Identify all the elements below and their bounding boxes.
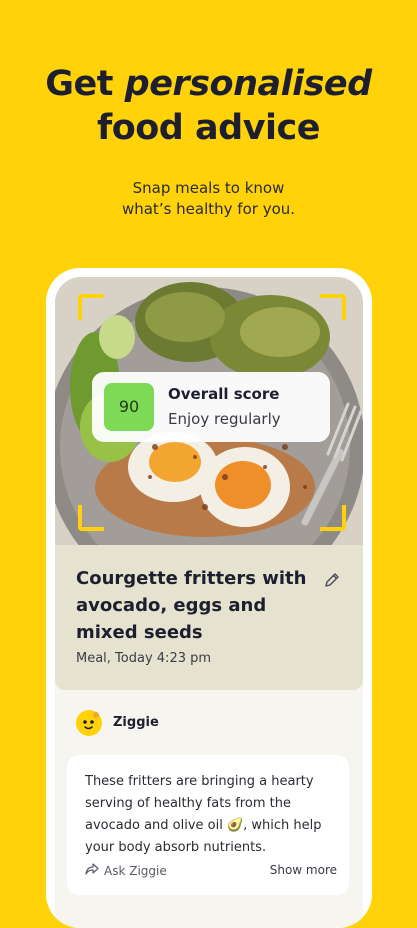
phone-mockup: 90 Overall score Enjoy regularly Courget…: [46, 268, 372, 928]
meal-card: Courgette fritters with avocado, eggs an…: [55, 545, 363, 690]
meal-meta: Meal, Today 4:23 pm: [76, 651, 212, 666]
score-verdict: Enjoy regularly: [168, 410, 281, 428]
score-badge: 90: [104, 383, 154, 431]
headline: Get personalised food advice: [0, 62, 417, 150]
ask-ziggie-link[interactable]: Ask Ziggie: [85, 863, 167, 878]
headline-line2: food advice: [96, 108, 321, 148]
meal-photo: 90 Overall score Enjoy regularly: [55, 277, 363, 545]
show-more-button[interactable]: Show more: [270, 863, 337, 877]
assistant-name: Ziggie: [113, 715, 159, 730]
advice-card: These fritters are bringing a hearty ser…: [67, 755, 349, 895]
subheadline-line2: what’s healthy for you.: [121, 200, 296, 218]
phone-screen: 90 Overall score Enjoy regularly Courget…: [55, 277, 363, 928]
score-title: Overall score: [168, 385, 280, 403]
scan-frame-corner: [78, 294, 104, 320]
share-arrow-icon: [85, 863, 99, 878]
ask-ziggie-label: Ask Ziggie: [104, 863, 167, 878]
edit-pencil-icon[interactable]: [323, 571, 341, 593]
subheadline-line1: Snap meals to know: [132, 179, 285, 197]
meal-title: Courgette fritters with avocado, eggs an…: [76, 568, 307, 643]
advice-text: These fritters are bringing a hearty ser…: [85, 774, 322, 855]
headline-emphasis: personalised: [124, 64, 373, 104]
ziggie-avatar-icon: [75, 709, 103, 737]
scan-frame-corner: [78, 505, 104, 531]
headline-prefix: Get: [45, 64, 125, 104]
score-card: 90 Overall score Enjoy regularly: [92, 372, 330, 442]
scan-frame-corner: [320, 505, 346, 531]
scan-frame-corner: [320, 294, 346, 320]
subheadline: Snap meals to know what’s healthy for yo…: [0, 178, 417, 220]
